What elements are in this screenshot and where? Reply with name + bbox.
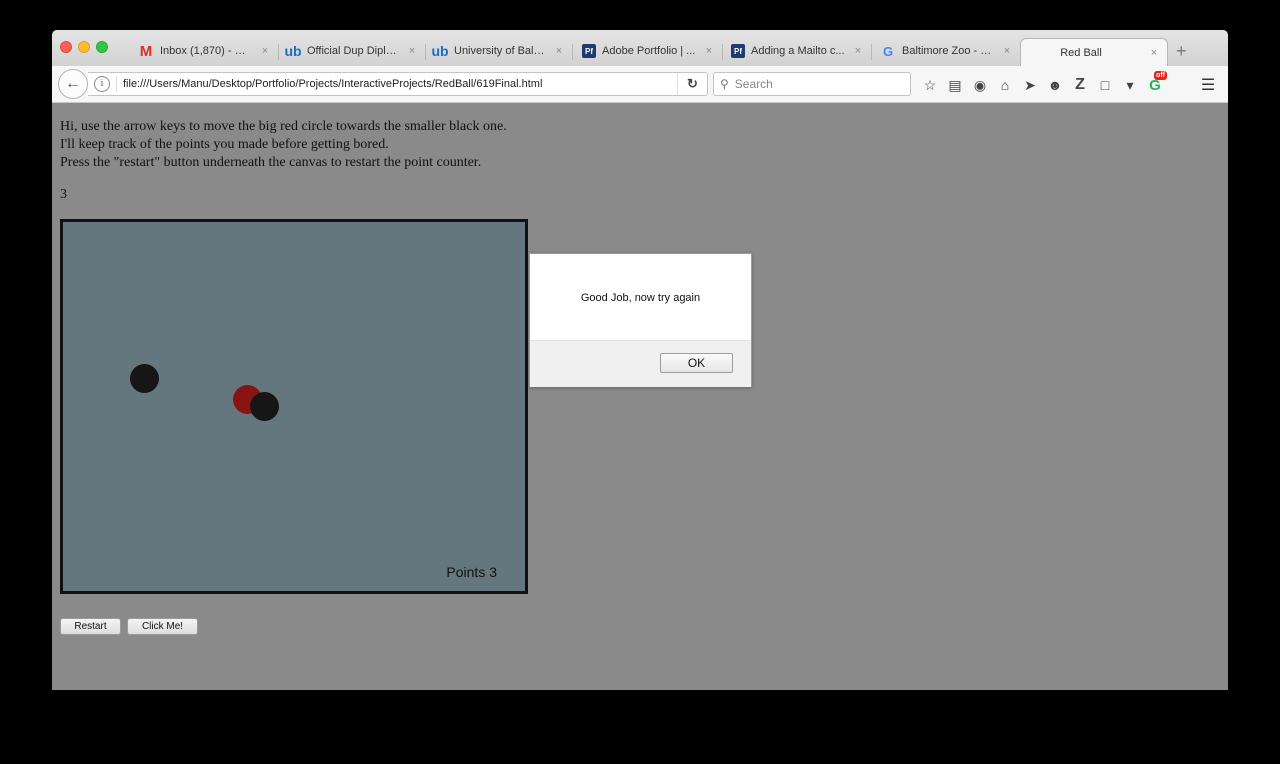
url-text[interactable]: file:///Users/Manu/Desktop/Portfolio/Pro… (123, 78, 677, 90)
url-divider (116, 76, 117, 92)
tab-adobe-portfolio[interactable]: Pf Adobe Portfolio | ... × (576, 36, 722, 66)
ok-button[interactable]: OK (660, 353, 733, 373)
click-me-button[interactable]: Click Me! (127, 618, 198, 635)
gmail-icon: M (139, 42, 153, 60)
search-input[interactable]: ⚲ Search (713, 72, 911, 96)
toolbar-icons: ☆ ▤ ◉ ⌂ ➤ ☻ Z □ ▾ Goff (918, 71, 1168, 96)
reading-list-icon[interactable]: ▤ (943, 74, 967, 96)
tab-label: University of Balti... (454, 45, 546, 57)
close-tab-icon[interactable]: × (1000, 45, 1014, 57)
tab-label: Baltimore Zoo - G... (902, 45, 994, 57)
black-target-ball (130, 364, 159, 393)
emoji-icon[interactable]: ☻ (1043, 74, 1067, 96)
tab-divider (572, 44, 573, 60)
close-tab-icon[interactable]: × (1147, 47, 1161, 59)
ub-icon: ub (431, 43, 449, 59)
tab-official-dup-diploma[interactable]: ub Official Dup Diplo... × (279, 36, 425, 66)
search-placeholder: Search (734, 77, 773, 91)
close-tab-icon[interactable]: × (405, 45, 419, 57)
tab-university-of-baltimore[interactable]: ub University of Balti... × (426, 36, 572, 66)
score-counter: 3 (60, 187, 67, 202)
instruction-line: I'll keep track of the points you made b… (60, 137, 389, 152)
tab-divider (722, 44, 723, 60)
alert-message: Good Job, now try again (580, 292, 701, 304)
close-tab-icon[interactable]: × (552, 45, 566, 57)
address-bar[interactable]: i file:///Users/Manu/Desktop/Portfolio/P… (88, 72, 708, 96)
tab-adding-a-mailto[interactable]: Pf Adding a Mailto c... × (725, 36, 871, 66)
instructions-text: Hi, use the arrow keys to move the big r… (60, 118, 507, 172)
tab-label: Red Ball (1060, 46, 1102, 59)
grammarly-badge: off (1154, 71, 1167, 80)
new-tab-button[interactable]: + (1176, 42, 1187, 60)
canvas-points-label: Points 3 (446, 564, 497, 580)
hamburger-menu-icon[interactable]: ☰ (1197, 74, 1219, 96)
back-button[interactable]: ← (58, 69, 88, 99)
tab-label: Inbox (1,870) - ma... (160, 45, 252, 57)
window-close-button[interactable] (60, 41, 72, 53)
reload-icon[interactable]: ↻ (677, 73, 707, 95)
tab-label: Adding a Mailto c... (751, 45, 845, 57)
page-content: Hi, use the arrow keys to move the big r… (52, 103, 1228, 690)
tab-gmail-inbox[interactable]: M Inbox (1,870) - ma... × (132, 36, 278, 66)
pf-icon: Pf (582, 44, 596, 58)
google-icon: G (882, 43, 894, 59)
pocket-icon[interactable]: ◉ (968, 74, 992, 96)
close-tab-icon[interactable]: × (702, 45, 716, 57)
instruction-line: Press the "restart" button underneath th… (60, 155, 482, 170)
tab-label: Adobe Portfolio | ... (602, 45, 696, 57)
alert-footer: OK (530, 340, 751, 387)
game-canvas[interactable]: Points 3 (60, 219, 528, 594)
restart-button[interactable]: Restart (60, 618, 121, 635)
window-zoom-button[interactable] (96, 41, 108, 53)
tab-baltimore-zoo[interactable]: G Baltimore Zoo - G... × (874, 36, 1020, 66)
zotero-icon[interactable]: Z (1068, 74, 1092, 96)
tab-label: Official Dup Diplo... (307, 45, 399, 57)
tab-red-ball[interactable]: Red Ball × (1020, 38, 1168, 66)
browser-window: M Inbox (1,870) - ma... × ub Official Du… (52, 30, 1228, 690)
close-tab-icon[interactable]: × (851, 45, 865, 57)
info-icon[interactable]: i (94, 76, 110, 92)
tab-strip: M Inbox (1,870) - ma... × ub Official Du… (52, 30, 1228, 66)
instruction-line: Hi, use the arrow keys to move the big r… (60, 119, 507, 134)
pf-icon: Pf (731, 44, 745, 58)
home-icon[interactable]: ⌂ (993, 74, 1017, 96)
navigation-toolbar: ← i file:///Users/Manu/Desktop/Portfolio… (52, 66, 1228, 103)
close-tab-icon[interactable]: × (258, 45, 272, 57)
ub-icon: ub (284, 43, 302, 59)
alert-dialog: Good Job, now try again OK (529, 253, 752, 387)
black-target-ball (250, 392, 279, 421)
grammarly-icon[interactable]: Goff (1143, 71, 1167, 96)
arrow-left-icon: ← (65, 75, 81, 92)
bookmark-star-icon[interactable]: ☆ (918, 74, 942, 96)
send-icon[interactable]: ➤ (1018, 74, 1042, 96)
page-icon[interactable]: □ (1093, 74, 1117, 96)
window-minimize-button[interactable] (78, 41, 90, 53)
dropdown-icon[interactable]: ▾ (1118, 74, 1142, 96)
tab-divider (871, 44, 872, 60)
search-icon: ⚲ (720, 77, 729, 91)
